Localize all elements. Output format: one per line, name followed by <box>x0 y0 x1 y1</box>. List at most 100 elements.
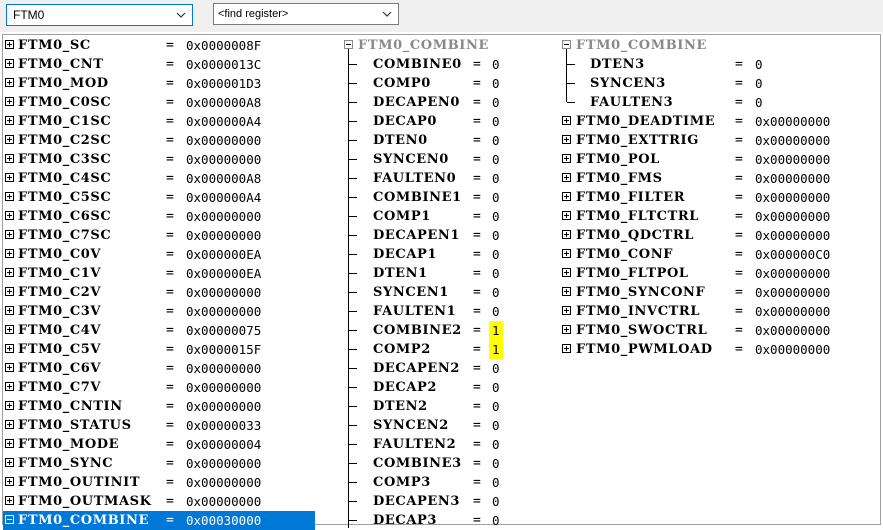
expand-icon[interactable] <box>562 249 571 258</box>
bitfield-row[interactable]: FAULTEN1 = 0 <box>340 302 520 321</box>
bitfield-row[interactable]: FAULTEN3 = 0 <box>558 93 880 112</box>
module-select[interactable]: FTM0 <box>6 4 193 26</box>
expand-icon[interactable] <box>5 306 14 315</box>
register-row[interactable]: FTM0_C7SC = 0x00000000 <box>3 226 315 245</box>
bitfield-row[interactable]: DECAP0 = 0 <box>340 112 520 131</box>
expand-icon[interactable] <box>562 325 571 334</box>
bitfield-row[interactable]: SYNCEN1 = 0 <box>340 283 520 302</box>
bitfield-row[interactable]: FAULTEN0 = 0 <box>340 169 520 188</box>
register-row[interactable]: FTM0_C5V = 0x0000015F <box>3 340 315 359</box>
expand-icon[interactable] <box>5 173 14 182</box>
register-row[interactable]: FTM0_C2SC = 0x00000000 <box>3 131 315 150</box>
register-row[interactable]: FTM0_FMS = 0x00000000 <box>558 169 880 188</box>
register-row[interactable]: FTM0_SC = 0x0000008F <box>3 36 315 55</box>
register-row[interactable]: FTM0_QDCTRL = 0x00000000 <box>558 226 880 245</box>
expand-icon[interactable] <box>562 287 571 296</box>
expand-icon[interactable] <box>5 363 14 372</box>
expand-icon[interactable] <box>5 97 14 106</box>
expand-icon[interactable] <box>5 477 14 486</box>
bitfield-row[interactable]: COMBINE3 = 0 <box>340 454 520 473</box>
register-row[interactable]: FTM0_SYNCONF = 0x00000000 <box>558 283 880 302</box>
bitfield-row[interactable]: DECAP3 = 0 <box>340 511 520 530</box>
expand-icon[interactable] <box>562 230 571 239</box>
bitfield-row[interactable]: SYNCEN2 = 0 <box>340 416 520 435</box>
expand-icon[interactable] <box>5 420 14 429</box>
bitfield-row[interactable]: COMBINE2 = 1 <box>340 321 520 340</box>
register-row[interactable]: FTM0_FILTER = 0x00000000 <box>558 188 880 207</box>
expand-icon[interactable] <box>5 268 14 277</box>
register-row[interactable]: FTM0_SWOCTRL = 0x00000000 <box>558 321 880 340</box>
register-row[interactable]: FTM0_CNTIN = 0x00000000 <box>3 397 315 416</box>
register-row[interactable]: FTM0_OUTINIT = 0x00000000 <box>3 473 315 492</box>
register-row[interactable]: FTM0_CNT = 0x0000013C <box>3 55 315 74</box>
collapse-icon[interactable] <box>344 40 353 49</box>
expand-icon[interactable] <box>5 249 14 258</box>
collapse-icon[interactable] <box>562 40 571 49</box>
bitfield-row[interactable]: COMP3 = 0 <box>340 473 520 492</box>
expand-icon[interactable] <box>5 154 14 163</box>
register-row[interactable]: FTM0_MOD = 0x000001D3 <box>3 74 315 93</box>
register-row[interactable]: FTM0_COMBINE = 0x00030000 <box>3 511 315 530</box>
bitfield-row[interactable]: DECAP2 = 0 <box>340 378 520 397</box>
register-row[interactable]: FTM0_POL = 0x00000000 <box>558 150 880 169</box>
expand-icon[interactable] <box>5 325 14 334</box>
expand-icon[interactable] <box>5 401 14 410</box>
expand-icon[interactable] <box>5 230 14 239</box>
expand-icon[interactable] <box>5 78 14 87</box>
register-row[interactable]: FTM0_C7V = 0x00000000 <box>3 378 315 397</box>
bitfield-row[interactable]: COMBINE0 = 0 <box>340 55 520 74</box>
expand-icon[interactable] <box>5 458 14 467</box>
expand-icon[interactable] <box>5 439 14 448</box>
expand-icon[interactable] <box>562 192 571 201</box>
register-row[interactable]: FTM0_MODE = 0x00000004 <box>3 435 315 454</box>
bitfield-row[interactable]: DECAPEN3 = 0 <box>340 492 520 511</box>
expand-icon[interactable] <box>562 135 571 144</box>
bitfield-row[interactable]: COMP0 = 0 <box>340 74 520 93</box>
collapse-icon[interactable] <box>5 515 14 524</box>
register-row[interactable]: FTM0_STATUS = 0x00000033 <box>3 416 315 435</box>
find-register-select[interactable]: <find register> <box>213 3 399 25</box>
expand-icon[interactable] <box>5 116 14 125</box>
expand-icon[interactable] <box>5 287 14 296</box>
register-row[interactable]: FTM0_C3V = 0x00000000 <box>3 302 315 321</box>
bitfield-row[interactable]: DECAP1 = 0 <box>340 245 520 264</box>
register-row[interactable]: FTM0_C6V = 0x00000000 <box>3 359 315 378</box>
expand-icon[interactable] <box>5 59 14 68</box>
expand-icon[interactable] <box>562 211 571 220</box>
expand-icon[interactable] <box>5 135 14 144</box>
expand-icon[interactable] <box>562 344 571 353</box>
expand-icon[interactable] <box>5 496 14 505</box>
expand-icon[interactable] <box>5 344 14 353</box>
expand-icon[interactable] <box>562 116 571 125</box>
register-row[interactable]: FTM0_DEADTIME = 0x00000000 <box>558 112 880 131</box>
expand-icon[interactable] <box>562 306 571 315</box>
bitfield-row[interactable]: DECAPEN1 = 0 <box>340 226 520 245</box>
register-row[interactable]: FTM0_C1SC = 0x000000A4 <box>3 112 315 131</box>
register-row[interactable]: FTM0_C0V = 0x000000EA <box>3 245 315 264</box>
register-row[interactable]: FTM0_C6SC = 0x00000000 <box>3 207 315 226</box>
register-row[interactable]: FTM0_C2V = 0x00000000 <box>3 283 315 302</box>
bitfield-row[interactable]: DECAPEN0 = 0 <box>340 93 520 112</box>
bitfield-row[interactable]: SYNCEN0 = 0 <box>340 150 520 169</box>
register-row[interactable]: FTM0_CONF = 0x000000C0 <box>558 245 880 264</box>
combine-header-row[interactable]: FTM0_COMBINE <box>340 36 520 55</box>
bitfield-row[interactable]: DTEN2 = 0 <box>340 397 520 416</box>
bitfield-row[interactable]: DTEN1 = 0 <box>340 264 520 283</box>
bitfield-row[interactable]: DTEN0 = 0 <box>340 131 520 150</box>
expand-icon[interactable] <box>562 268 571 277</box>
register-row[interactable]: FTM0_OUTMASK = 0x00000000 <box>3 492 315 511</box>
register-row[interactable]: FTM0_FLTPOL = 0x00000000 <box>558 264 880 283</box>
register-row[interactable]: FTM0_FLTCTRL = 0x00000000 <box>558 207 880 226</box>
register-row[interactable]: FTM0_PWMLOAD = 0x00000000 <box>558 340 880 359</box>
expand-icon[interactable] <box>5 211 14 220</box>
register-row[interactable]: FTM0_C4SC = 0x000000A8 <box>3 169 315 188</box>
register-row[interactable]: FTM0_C3SC = 0x00000000 <box>3 150 315 169</box>
bitfield-row[interactable]: DTEN3 = 0 <box>558 55 880 74</box>
bitfield-row[interactable]: SYNCEN3 = 0 <box>558 74 880 93</box>
register-row[interactable]: FTM0_C5SC = 0x000000A4 <box>3 188 315 207</box>
bitfield-row[interactable]: COMBINE1 = 0 <box>340 188 520 207</box>
expand-icon[interactable] <box>5 192 14 201</box>
register-row[interactable]: FTM0_INVCTRL = 0x00000000 <box>558 302 880 321</box>
bitfield-row[interactable]: FAULTEN2 = 0 <box>340 435 520 454</box>
register-row[interactable]: FTM0_SYNC = 0x00000000 <box>3 454 315 473</box>
